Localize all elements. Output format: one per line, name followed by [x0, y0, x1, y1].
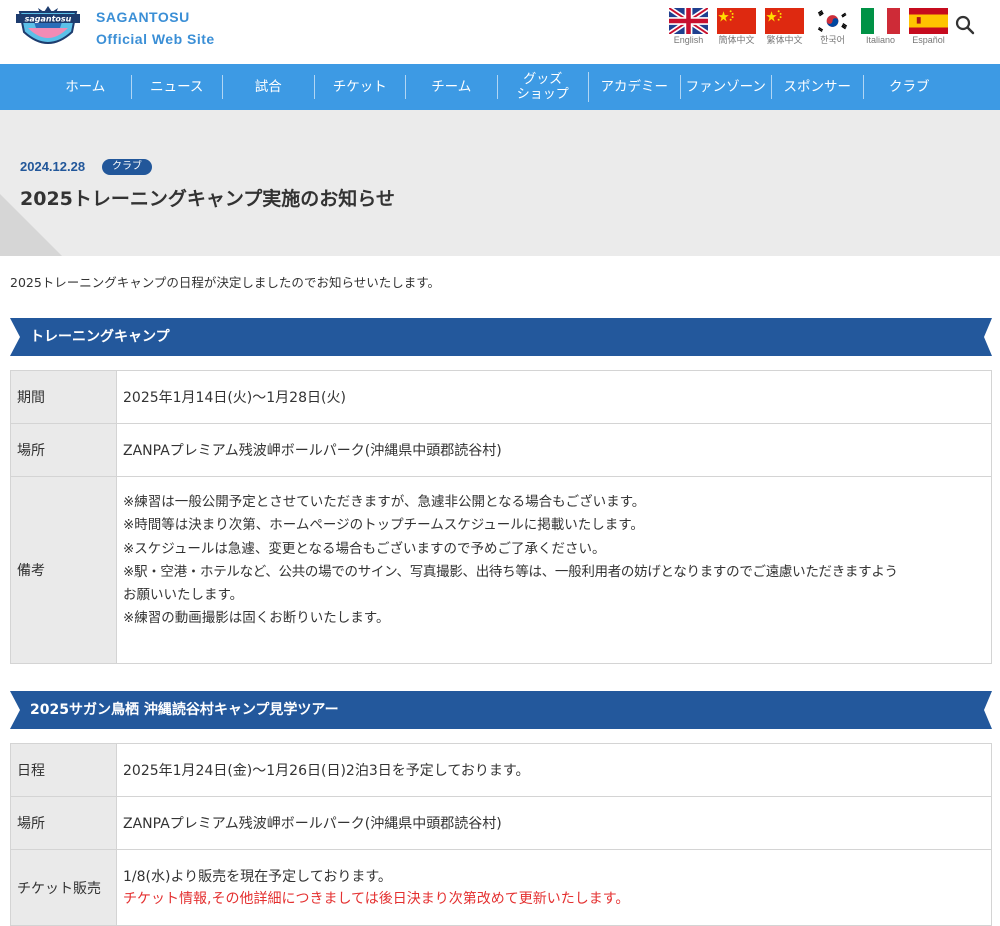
row-value: ZANPAプレミアム残波岬ボールパーク(沖縄県中頭郡読谷村) [116, 423, 992, 477]
lang-spanish[interactable]: Español [909, 8, 948, 45]
remark-line: ※時間等は決まり次第、ホームページのトップチームスケジュールに掲載いたします。 [123, 517, 644, 534]
site-name-title: SAGANTOSU [96, 9, 190, 25]
remark-line: ※練習の動画撮影は固くお断りいたします。 [123, 610, 390, 627]
lang-label: Español [912, 35, 945, 45]
remark-line: ※駅・空港・ホテルなど、公共の場でのサイン、写真撮影、出待ち等は、一般利用者の妨… [123, 563, 898, 580]
section-heading-training-camp: トレーニングキャンプ [10, 318, 992, 356]
nav-ticket[interactable]: チケット [315, 75, 406, 99]
post-header: 2024.12.28 クラブ 2025トレーニングキャンプ実施のお知らせ [0, 110, 1000, 256]
nav-team[interactable]: チーム [406, 75, 498, 99]
row-label: 場所 [10, 423, 117, 477]
table-row: 日程 2025年1月24日(金)〜1月26日(日)2泊3日を予定しております。 [10, 743, 992, 797]
post-intro: 2025トレーニングキャンプの日程が決定しましたのでお知らせいたします。 [10, 275, 440, 290]
table-row: 場所 ZANPAプレミアム残波岬ボールパーク(沖縄県中頭郡読谷村) [10, 796, 992, 850]
nav-fanzone[interactable]: ファンゾーン [681, 75, 772, 99]
site-header: sagantosu SAGANTOSU Official Web Site En… [0, 0, 1000, 64]
nav-news[interactable]: ニュース [132, 75, 223, 99]
page-title: 2025トレーニングキャンプ実施のお知らせ [20, 188, 395, 210]
lang-english[interactable]: English [669, 8, 708, 45]
table-row: 場所 ZANPAプレミアム残波岬ボールパーク(沖縄県中頭郡読谷村) [10, 423, 992, 477]
row-label: 場所 [10, 796, 117, 850]
lang-simplified-chinese[interactable]: 簡体中文 [717, 8, 756, 45]
lang-label: English [673, 35, 704, 45]
lang-label: 簡体中文 [718, 35, 755, 45]
nav-club[interactable]: クラブ [864, 75, 956, 99]
china-flag-icon [765, 8, 804, 34]
camp-tour-table: 日程 2025年1月24日(金)〜1月26日(日)2泊3日を予定しております。 … [10, 743, 992, 926]
section-heading-camp-tour: 2025サガン鳥栖 沖縄読谷村キャンプ見学ツアー [10, 691, 992, 729]
language-switcher: English 簡体中文 繁体中文 한국어 Italiano Español [669, 8, 948, 45]
post-date: 2024.12.28 [20, 159, 86, 174]
lang-traditional-chinese[interactable]: 繁体中文 [765, 8, 804, 45]
row-label: 期間 [10, 370, 117, 424]
lang-label: Italiano [865, 35, 896, 45]
main-nav: ホーム ニュース 試合 チケット チーム グッズ ショップ アカデミー ファンゾ… [0, 64, 1000, 110]
ticket-notice: チケット情報,その他詳細につきましては後日決まり次第改めて更新いたします。 [123, 890, 630, 907]
table-row: チケット販売 1/8(水)より販売を現在予定しております。 チケット情報,その他… [10, 849, 992, 926]
lang-korean[interactable]: 한국어 [813, 8, 852, 45]
nav-sponsor[interactable]: スポンサー [772, 75, 864, 99]
row-label: 日程 [10, 743, 117, 797]
category-badge[interactable]: クラブ [102, 159, 152, 175]
row-label: チケット販売 [10, 849, 117, 926]
table-row: 期間 2025年1月14日(火)〜1月28日(火) [10, 370, 992, 424]
row-value: 2025年1月24日(金)〜1月26日(日)2泊3日を予定しております。 [116, 743, 992, 797]
table-row: 備考 ※練習は一般公開予定とさせていただきますが、急遽非公開となる場合もございま… [10, 476, 992, 664]
nav-academy[interactable]: アカデミー [589, 75, 681, 99]
row-label: 備考 [10, 476, 117, 664]
training-camp-table: 期間 2025年1月14日(火)〜1月28日(火) 場所 ZANPAプレミアム残… [10, 370, 992, 664]
lang-label: 繁体中文 [766, 35, 803, 45]
nav-goods-shop[interactable]: グッズ ショップ [498, 72, 589, 102]
lang-italian[interactable]: Italiano [861, 8, 900, 45]
row-value: 2025年1月14日(火)〜1月28日(火) [116, 370, 992, 424]
sagantosu-logo[interactable]: sagantosu [14, 4, 82, 52]
ticket-cell: 1/8(水)より販売を現在予定しております。 チケット情報,その他詳細につきまし… [116, 849, 992, 926]
italy-flag-icon [861, 8, 900, 34]
nav-match[interactable]: 試合 [223, 75, 315, 99]
spain-flag-icon [909, 8, 948, 34]
china-flag-icon [717, 8, 756, 34]
lang-label: 한국어 [820, 35, 845, 45]
remark-line: ※練習は一般公開予定とさせていただきますが、急遽非公開となる場合もございます。 [123, 494, 646, 510]
site-name-subtitle: Official Web Site [96, 31, 215, 47]
svg-text:sagantosu: sagantosu [25, 15, 72, 24]
site-name[interactable]: SAGANTOSU Official Web Site [96, 6, 215, 50]
nav-home[interactable]: ホーム [40, 75, 132, 99]
search-icon[interactable] [954, 14, 976, 36]
remark-line: お願いいたします。 [123, 587, 244, 604]
remark-line: ※スケジュールは急遽、変更となる場合もございますので予めご了承ください。 [123, 540, 606, 557]
ticket-sale-info: 1/8(水)より販売を現在予定しております。 [123, 868, 392, 885]
remarks-cell: ※練習は一般公開予定とさせていただきますが、急遽非公開となる場合もございます。 … [116, 476, 992, 664]
row-value: ZANPAプレミアム残波岬ボールパーク(沖縄県中頭郡読谷村) [116, 796, 992, 850]
korea-flag-icon [813, 8, 852, 34]
uk-flag-icon [669, 8, 708, 34]
